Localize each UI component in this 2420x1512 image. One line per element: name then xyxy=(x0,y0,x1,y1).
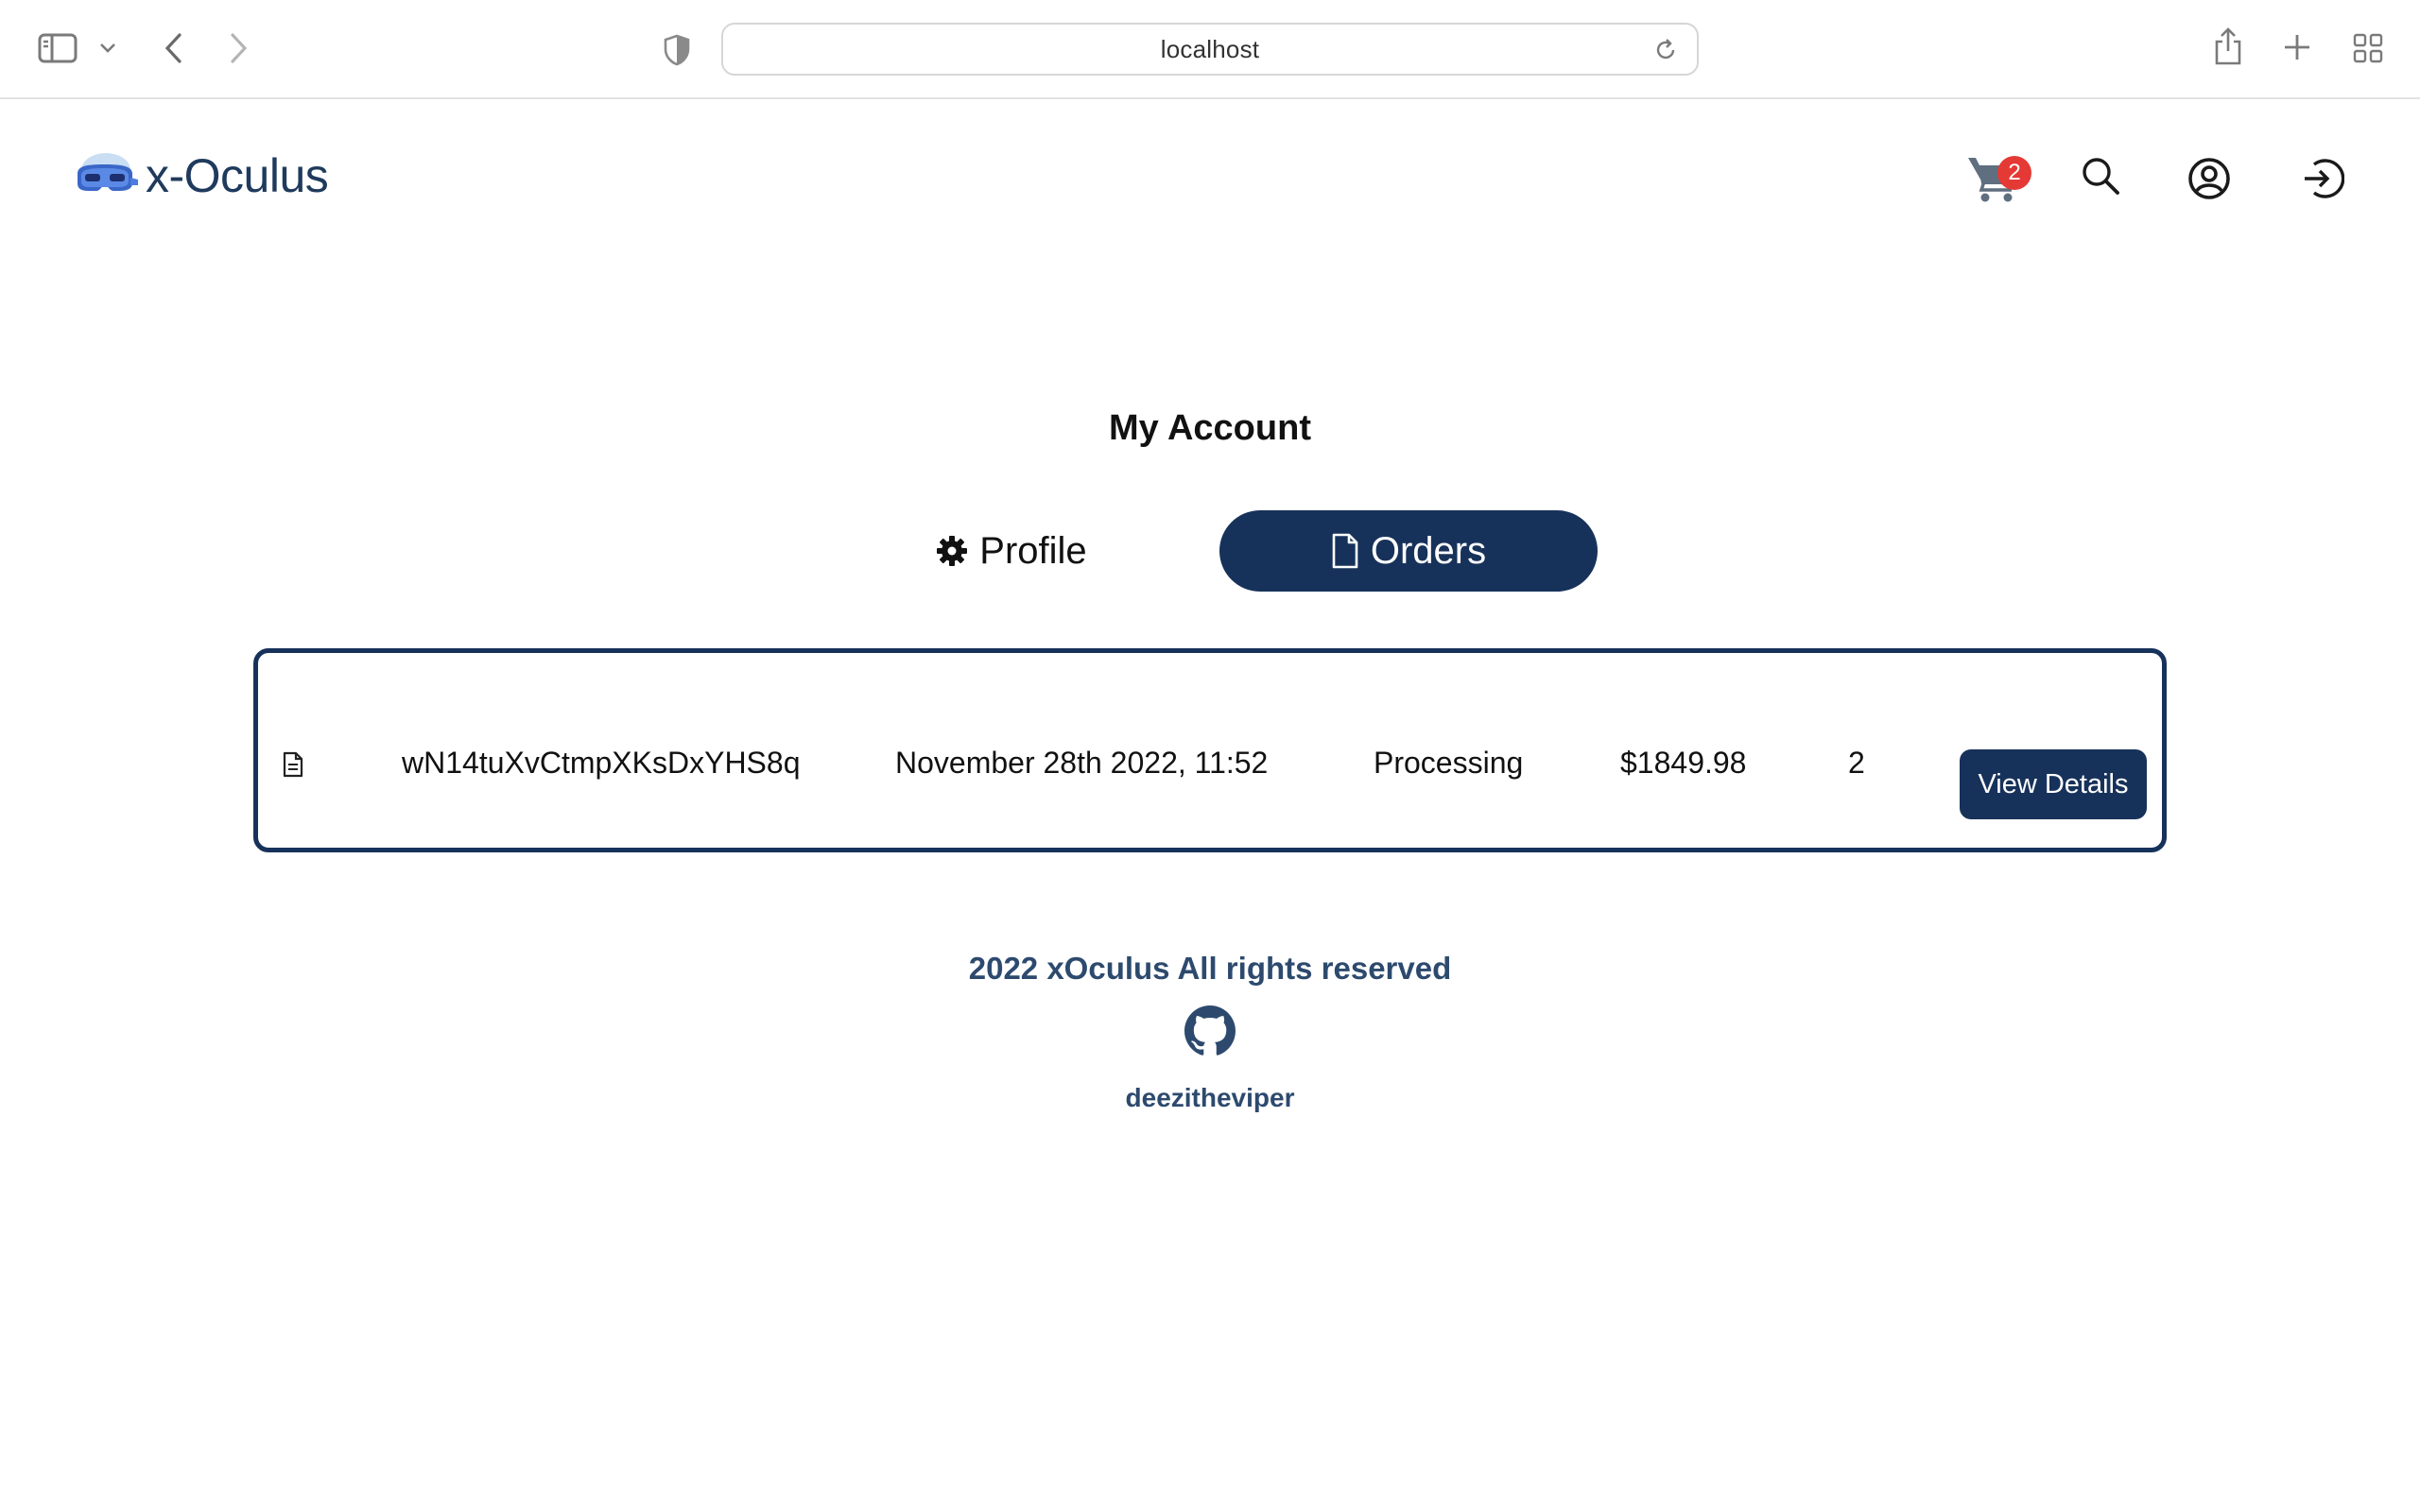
browser-toolbar: localhost xyxy=(0,0,2420,99)
order-row: wN14tuXvCtmpXKsDxYHS8q November 28th 202… xyxy=(258,653,2162,848)
order-id: wN14tuXvCtmpXKsDxYHS8q xyxy=(402,746,801,780)
brand-name: x-Oculus xyxy=(146,149,329,202)
cart-count-badge: 2 xyxy=(1997,156,2031,190)
order-date: November 28th 2022, 11:52 xyxy=(895,746,1269,780)
view-details-button[interactable]: View Details xyxy=(1960,749,2147,819)
url-text: localhost xyxy=(1160,34,1260,63)
reload-icon[interactable] xyxy=(1653,38,1678,62)
gear-icon xyxy=(936,535,968,567)
chevron-down-icon[interactable] xyxy=(95,36,121,60)
order-quantity: 2 xyxy=(1848,746,1865,780)
forward-icon[interactable] xyxy=(225,28,253,68)
order-document-icon xyxy=(283,751,303,782)
tab-overview-icon[interactable] xyxy=(2350,30,2386,66)
user-icon[interactable] xyxy=(2187,157,2231,200)
tab-profile[interactable]: Profile xyxy=(908,510,1115,592)
github-username-link[interactable]: deezitheviper xyxy=(0,1083,2420,1113)
page-title: My Account xyxy=(1109,408,1311,448)
site-header: x-Oculus xyxy=(0,99,2420,260)
order-status: Processing xyxy=(1374,746,1524,780)
tab-profile-label: Profile xyxy=(979,529,1087,572)
address-bar[interactable]: localhost xyxy=(721,23,1699,76)
tab-orders-label: Orders xyxy=(1370,529,1487,572)
search-icon[interactable] xyxy=(2080,155,2121,197)
orders-table: wN14tuXvCtmpXKsDxYHS8q November 28th 202… xyxy=(253,648,2167,852)
sidebar-icon[interactable] xyxy=(36,30,79,66)
vr-headset-logo-icon xyxy=(72,149,138,202)
github-icon[interactable] xyxy=(1184,1005,1236,1057)
document-icon xyxy=(1331,533,1359,569)
order-total: $1849.98 xyxy=(1620,746,1747,780)
new-tab-icon[interactable] xyxy=(2280,30,2314,64)
share-icon[interactable] xyxy=(2210,25,2246,68)
logout-icon[interactable] xyxy=(2301,157,2344,200)
brand-logo-link[interactable]: x-Oculus xyxy=(72,148,329,203)
tab-orders[interactable]: Orders xyxy=(1219,510,1598,592)
footer-copyright: 2022 xOculus All rights reserved xyxy=(968,951,1452,986)
shield-icon[interactable] xyxy=(662,32,692,68)
back-icon[interactable] xyxy=(159,28,187,68)
